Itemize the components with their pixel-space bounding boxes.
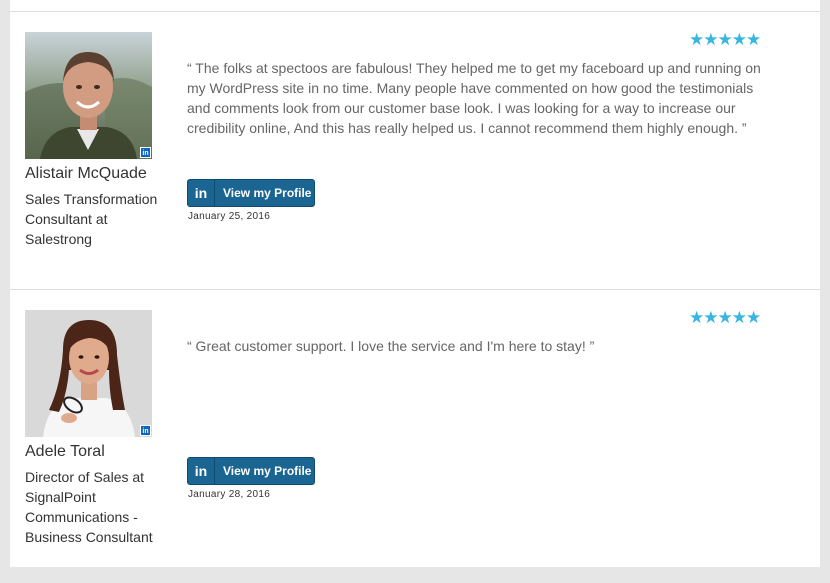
- linkedin-icon: in: [140, 425, 151, 436]
- linkedin-icon: in: [188, 458, 215, 484]
- divider: [10, 11, 820, 12]
- reviewer-title: Sales Transformation Consultant at Sales…: [25, 191, 158, 247]
- divider: [10, 289, 820, 290]
- testimonials-panel: in Alistair McQuade Sales Transformation…: [10, 0, 820, 567]
- star-rating: ★★★★★: [689, 308, 761, 327]
- avatar-photo: [25, 310, 152, 437]
- reviewer-name: Adele Toral: [25, 443, 105, 460]
- view-profile-label: View my Profile: [223, 464, 312, 478]
- linkedin-icon: in: [140, 147, 151, 158]
- testimonial-quote: “ Great customer support. I love the ser…: [187, 338, 595, 354]
- avatar: in: [25, 310, 152, 437]
- view-profile-button[interactable]: in View my Profile: [187, 457, 315, 485]
- testimonial-quote: “ The folks at spectoos are fabulous! Th…: [187, 60, 761, 136]
- view-profile-label: View my Profile: [223, 186, 312, 200]
- star-rating: ★★★★★: [689, 30, 761, 49]
- testimonial-date: January 28, 2016: [188, 489, 271, 500]
- linkedin-icon: in: [188, 180, 215, 206]
- view-profile-button[interactable]: in View my Profile: [187, 179, 315, 207]
- reviewer-name: Alistair McQuade: [25, 165, 147, 182]
- reviewer-title: Director of Sales at SignalPoint Communi…: [25, 469, 153, 545]
- testimonial-date: January 25, 2016: [188, 211, 271, 222]
- avatar: in: [25, 32, 152, 159]
- avatar-photo: [25, 32, 152, 159]
